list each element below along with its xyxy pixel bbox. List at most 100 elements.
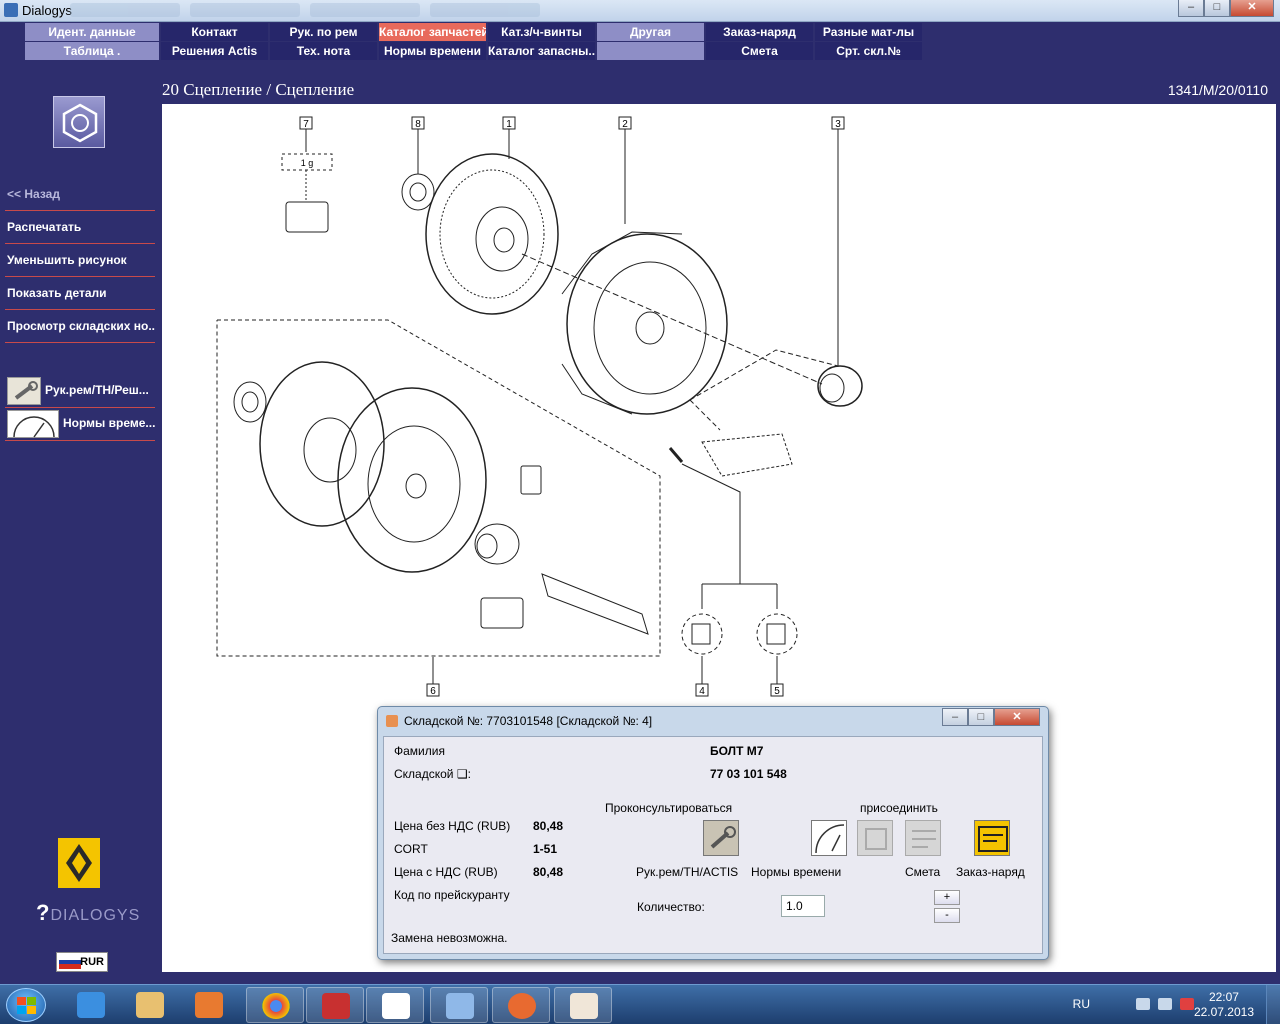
clock-time: 22:07 [1208,990,1239,1004]
taskbar-ie[interactable] [62,987,120,1023]
stock-numbers-link[interactable]: Просмотр складских но... [5,310,155,343]
bolt-logo-icon [53,96,105,148]
taskbar-explorer[interactable] [121,987,179,1023]
time-norms-label: Нормы време... [63,416,155,430]
menu-other[interactable]: Другая [597,23,705,41]
repair-manual-icon[interactable] [703,820,739,856]
cort-value: 1-51 [533,842,558,856]
app-icon [4,3,18,17]
renault-logo [58,838,100,888]
callout-2: 2 [622,119,628,130]
shrink-image-link[interactable]: Уменьшить рисунок [5,244,155,277]
menu-spare-parts-catalog[interactable]: Каталог запасны... [488,42,596,60]
window-titlebar: Dialogys – □ ✕ [0,0,1280,22]
taskbar-audio[interactable] [430,987,488,1023]
volume-muted-icon[interactable] [1180,998,1194,1010]
estimate-icon-label: Смета [905,865,941,879]
show-desktop-button[interactable] [1266,985,1280,1024]
quantity-label: Количество: [637,900,705,914]
menu-time-norms[interactable]: Нормы времени [379,42,487,60]
java-cup-icon [570,993,598,1019]
yandex-icon [382,993,410,1019]
family-value: БОЛТ M7 [710,744,764,758]
wrench-icon [7,377,41,405]
background-tabs [70,3,670,19]
time-norms-icon[interactable] [811,820,847,856]
estimate-icon[interactable] [905,820,941,856]
media-player-icon [195,992,223,1018]
menu-screws-catalog[interactable]: Кат.з/ч-винты [488,23,596,41]
minimize-button[interactable]: – [1178,0,1204,17]
clock[interactable]: 22:07 22.07.2013 [1194,990,1254,1020]
replacement-note: Замена невозможна. [391,931,508,945]
repair-manual-label: Рук.рем/ТН/Реш... [45,383,149,397]
language-indicator[interactable]: RU [1073,997,1090,1011]
menu-work-order[interactable]: Заказ-наряд [706,23,814,41]
pricelist-label: Код по прейскуранту [394,888,510,902]
taskbar-yandex[interactable] [366,987,424,1023]
menu-repair-manual[interactable]: Рук. по рем [270,23,378,41]
back-link[interactable]: << Назад [5,178,155,211]
stock-label: Складской ❑: [394,767,471,781]
dialog-title: Складской №: 7703101548 [Складской №: 4] [386,714,652,728]
gauge-icon [7,410,59,438]
work-order-icon-label: Заказ-наряд [956,865,1025,879]
page-title: 20 Сцепление / Сцепление [162,80,355,99]
callout-7: 7 [303,119,309,130]
dialog-close-button[interactable]: ✕ [994,708,1040,726]
clock-date: 22.07.2013 [1193,1005,1254,1019]
folder-icon [136,992,164,1018]
repair-manual-icon-label: Рук.рем/ТН/ACTIS [636,865,739,879]
menu-estimate[interactable]: Смета [706,42,814,60]
quantity-input[interactable] [781,895,825,917]
taskbar-dialogys[interactable] [492,987,550,1023]
top-menu: Идент. данные Контакт Рук. по рем Катало… [0,22,1280,74]
dialog-body: Фамилия БОЛТ M7 Складской ❑: 77 03 101 5… [383,736,1043,954]
speaker-icon [446,993,474,1019]
menu-contact[interactable]: Контакт [161,23,269,41]
quantity-decrement-button[interactable]: - [934,908,960,923]
taskbar-chrome[interactable] [246,987,304,1023]
kaspersky-icon [322,993,350,1019]
taskbar-java[interactable] [554,987,612,1023]
family-label: Фамилия [394,744,445,758]
java-icon [386,715,398,727]
menu-misc-materials[interactable]: Разные мат-лы [815,23,923,41]
network-icon[interactable] [1136,998,1150,1010]
print-link[interactable]: Распечатать [5,211,155,244]
dialog-controls: – □ ✕ [942,708,1040,726]
flag-icon[interactable] [1158,998,1172,1010]
menu-table[interactable]: Таблица . [25,42,160,60]
repair-manual-link[interactable]: Рук.рем/ТН/Реш... [5,375,155,408]
estimate-disabled-icon [857,820,893,856]
start-button[interactable] [6,988,46,1022]
menu-actis-solutions[interactable]: Решения Actis [161,42,269,60]
attach-label: присоединить [860,801,938,815]
show-details-link[interactable]: Показать детали [5,277,155,310]
windows-logo-icon [17,997,36,1014]
dialog-maximize-button[interactable]: □ [968,708,994,726]
work-order-icon[interactable] [974,820,1010,856]
time-norms-link[interactable]: Нормы време... [5,408,155,441]
menu-parts-catalog[interactable]: Каталог запчастей [379,23,487,41]
sidebar: << Назад Распечатать Уменьшить рисунок П… [0,74,160,984]
callout-5: 5 [774,686,780,697]
window-title: Dialogys [22,3,72,18]
close-button[interactable]: ✕ [1230,0,1274,17]
cort-label: CORT [394,842,428,856]
stock-number-dialog: Складской №: 7703101548 [Складской №: 4]… [377,706,1049,960]
callout-4: 4 [699,686,705,697]
menu-stock-number[interactable]: Срт. скл.№ [815,42,923,60]
reference-code: 1341/M/20/0110 [1167,82,1268,98]
price-net-value: 80,48 [533,819,564,833]
window-controls: – □ ✕ [1178,0,1274,17]
menu-tech-note[interactable]: Тех. нота [270,42,378,60]
currency-selector[interactable]: RUR [56,952,108,972]
taskbar-kaspersky[interactable] [306,987,364,1023]
quantity-increment-button[interactable]: + [934,890,960,905]
taskbar-media[interactable] [180,987,238,1023]
time-norms-icon-label: Нормы времени [751,865,842,879]
maximize-button[interactable]: □ [1204,0,1230,17]
menu-ident-data[interactable]: Идент. данные [25,23,160,41]
dialog-minimize-button[interactable]: – [942,708,968,726]
